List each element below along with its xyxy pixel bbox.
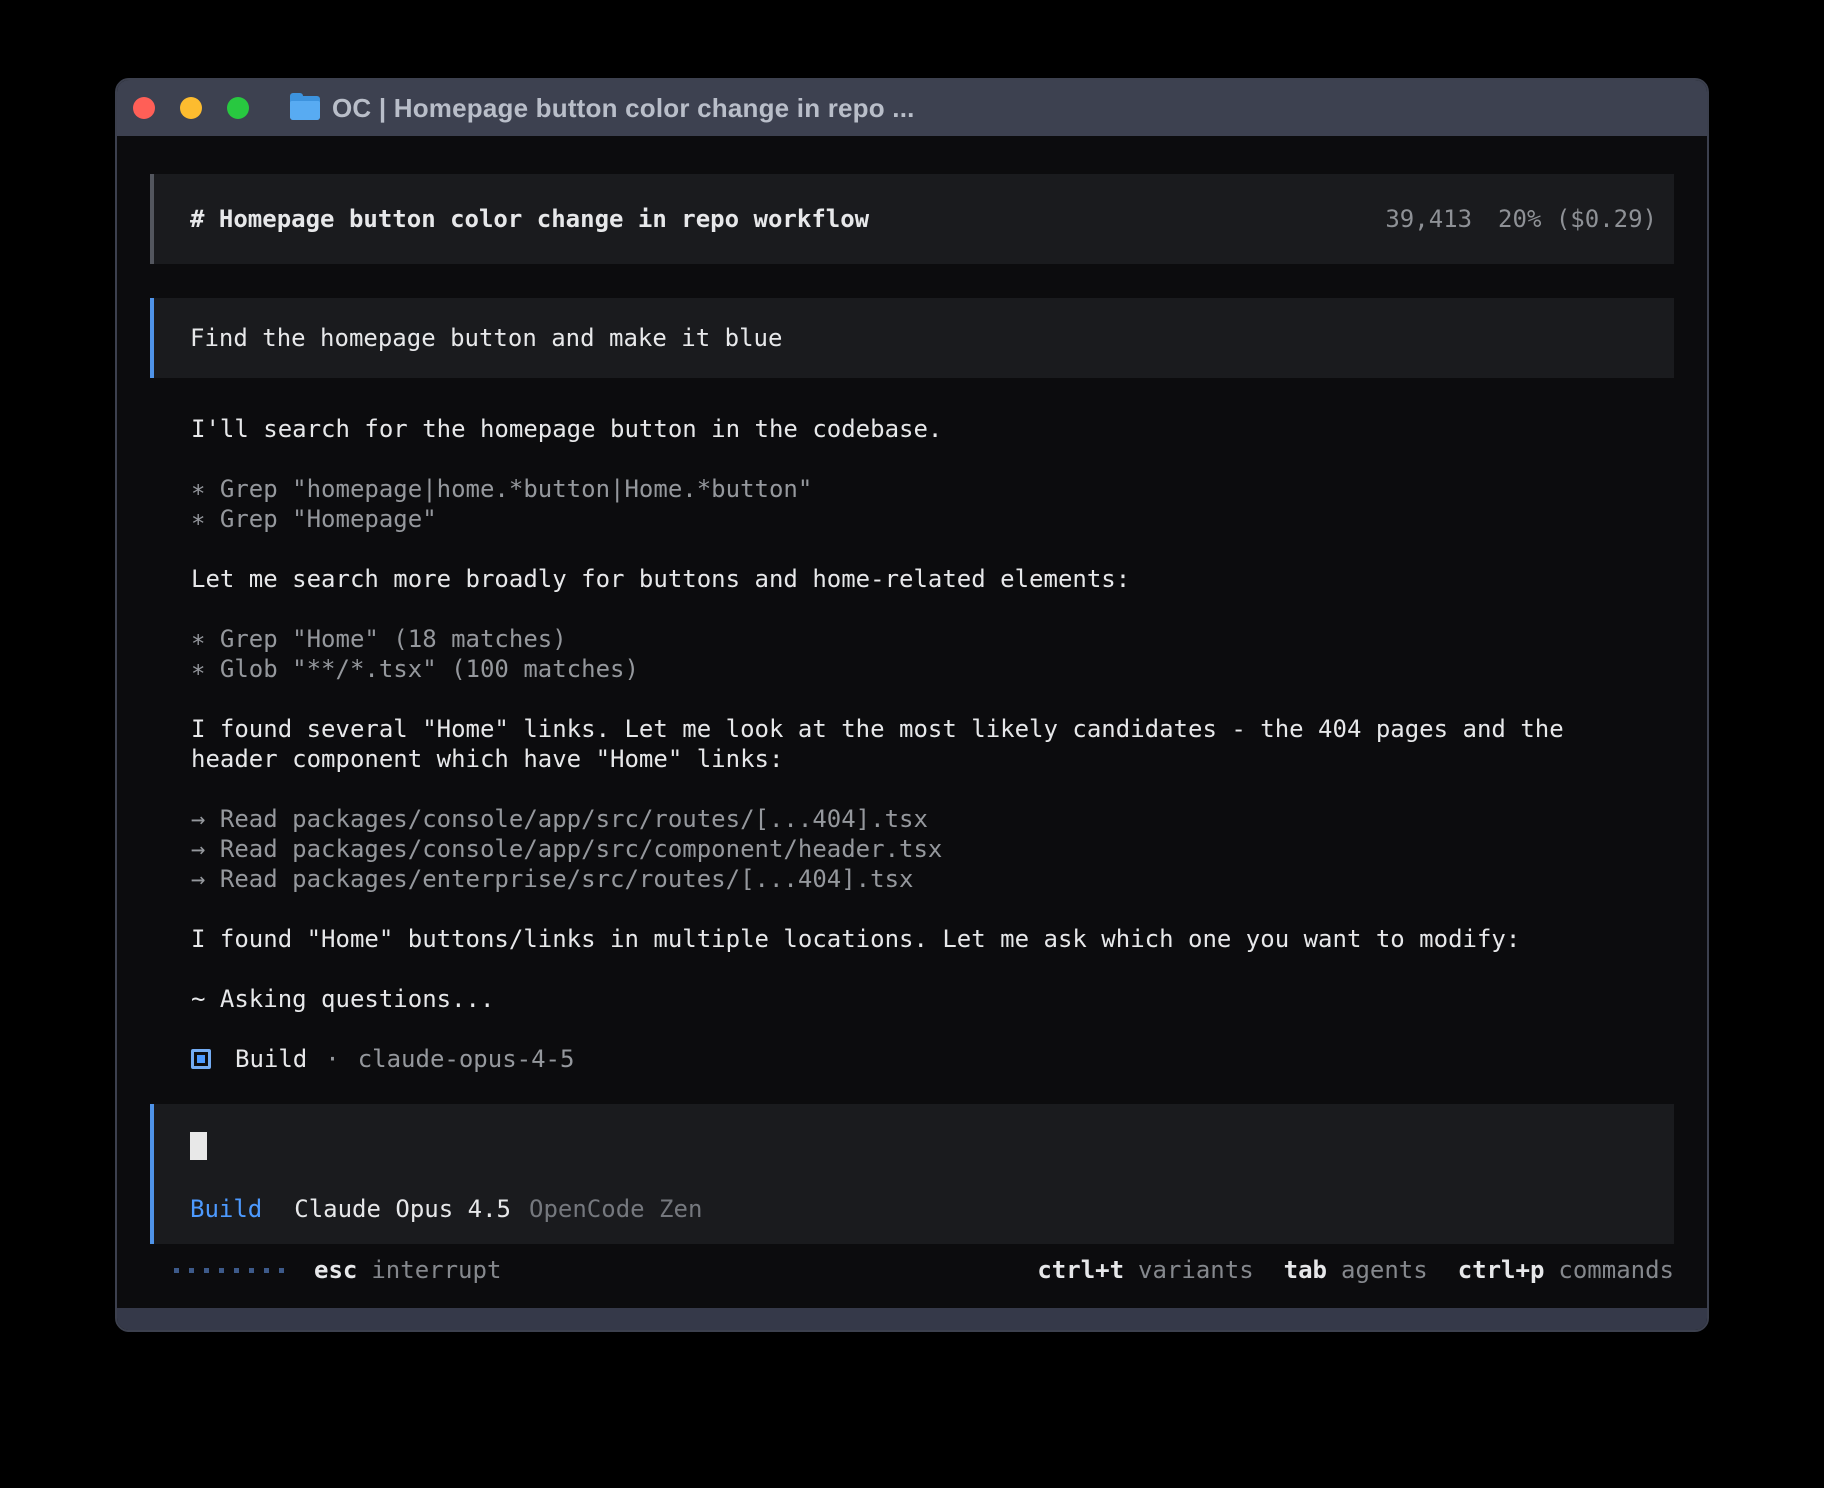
status-shortcuts: ctrl+t variants tab agents ctrl+p comman…	[1037, 1255, 1674, 1285]
spinner-dot	[219, 1268, 224, 1273]
spinner-dot	[279, 1268, 284, 1273]
spinner-dot	[174, 1268, 179, 1273]
session-stats: 39,413 20% ($0.29)	[1385, 204, 1657, 234]
transcript-line: header component which have "Home" links…	[191, 744, 1674, 774]
traffic-lights	[133, 97, 249, 119]
spinner-dot	[264, 1268, 269, 1273]
spinner-dot	[204, 1268, 209, 1273]
shortcut-label: commands	[1558, 1255, 1674, 1285]
shortcut-hint: tab agents	[1284, 1255, 1428, 1285]
transcript-line	[191, 594, 1674, 624]
mode-badge[interactable]: Build	[190, 1194, 262, 1224]
session-title: # Homepage button color change in repo w…	[190, 204, 869, 234]
input-meta: Build Claude Opus 4.5 OpenCode Zen	[190, 1194, 1657, 1224]
token-count: 39,413	[1385, 204, 1472, 234]
transcript-line: ~ Asking questions...	[191, 984, 1674, 1014]
prompt-input[interactable]: Build Claude Opus 4.5 OpenCode Zen	[150, 1104, 1674, 1244]
window-footer-strip	[117, 1308, 1707, 1330]
close-button[interactable]	[133, 97, 155, 119]
terminal-content: # Homepage button color change in repo w…	[117, 136, 1707, 1308]
agent-build-icon	[191, 1049, 211, 1069]
terminal-window: OC | Homepage button color change in rep…	[115, 78, 1709, 1332]
transcript-line: → Read packages/enterprise/src/routes/[.…	[191, 864, 1674, 894]
shortcut-key: tab	[1284, 1255, 1327, 1285]
transcript-line: I found "Home" buttons/links in multiple…	[191, 924, 1674, 954]
shortcut-key: ctrl+p	[1458, 1255, 1545, 1285]
transcript-line: → Read packages/console/app/src/componen…	[191, 834, 1674, 864]
session-header: # Homepage button color change in repo w…	[150, 174, 1674, 264]
transcript-line: Let me search more broadly for buttons a…	[191, 564, 1674, 594]
minimize-button[interactable]	[180, 97, 202, 119]
transcript-line: ∗ Grep "Homepage"	[191, 504, 1674, 534]
agent-status-row: Build · claude-opus-4-5	[191, 1044, 1674, 1074]
provider-name: OpenCode Zen	[529, 1194, 702, 1224]
transcript-line	[191, 954, 1674, 984]
transcript-line	[191, 444, 1674, 474]
zoom-button[interactable]	[227, 97, 249, 119]
folder-icon	[290, 96, 320, 120]
transcript-line	[191, 894, 1674, 924]
spinner-dots	[174, 1268, 284, 1273]
shortcut-label: agents	[1341, 1255, 1428, 1285]
text-cursor	[190, 1132, 207, 1160]
transcript-line	[191, 1014, 1674, 1044]
esc-key-hint: esc	[314, 1255, 357, 1285]
spinner-dot	[234, 1268, 239, 1273]
transcript-line	[191, 774, 1674, 804]
context-usage: 20% ($0.29)	[1498, 204, 1657, 234]
shortcut-hint: ctrl+t variants	[1037, 1255, 1253, 1285]
transcript-line: ∗ Grep "Home" (18 matches)	[191, 624, 1674, 654]
model-name: Claude Opus 4.5	[294, 1194, 511, 1224]
agent-name: Build	[235, 1044, 307, 1074]
status-bar: esc interrupt ctrl+t variants tab agents	[150, 1255, 1674, 1285]
agent-separator: ·	[325, 1044, 339, 1074]
shortcut-label: variants	[1138, 1255, 1254, 1285]
status-left: esc interrupt	[174, 1255, 501, 1285]
transcript-line	[191, 534, 1674, 564]
window-titlebar[interactable]: OC | Homepage button color change in rep…	[117, 80, 1707, 136]
transcript-line	[191, 684, 1674, 714]
spinner-dot	[189, 1268, 194, 1273]
transcript-line: → Read packages/console/app/src/routes/[…	[191, 804, 1674, 834]
interrupt-label: interrupt	[371, 1255, 501, 1285]
window-title: OC | Homepage button color change in rep…	[332, 93, 915, 124]
shortcut-hint: ctrl+p commands	[1458, 1255, 1674, 1285]
transcript-line: I found several "Home" links. Let me loo…	[191, 714, 1674, 744]
user-message-text: Find the homepage button and make it blu…	[190, 323, 782, 353]
interrupt-hint: esc interrupt	[314, 1255, 501, 1285]
transcript: I'll search for the homepage button in t…	[191, 414, 1674, 1044]
titlebar-group: OC | Homepage button color change in rep…	[290, 93, 915, 124]
user-message: Find the homepage button and make it blu…	[150, 298, 1674, 378]
transcript-line: ∗ Glob "**/*.tsx" (100 matches)	[191, 654, 1674, 684]
transcript-line: I'll search for the homepage button in t…	[191, 414, 1674, 444]
agent-model: claude-opus-4-5	[358, 1044, 575, 1074]
shortcut-key: ctrl+t	[1037, 1255, 1124, 1285]
transcript-line: ∗ Grep "homepage|home.*button|Home.*butt…	[191, 474, 1674, 504]
spinner-dot	[249, 1268, 254, 1273]
